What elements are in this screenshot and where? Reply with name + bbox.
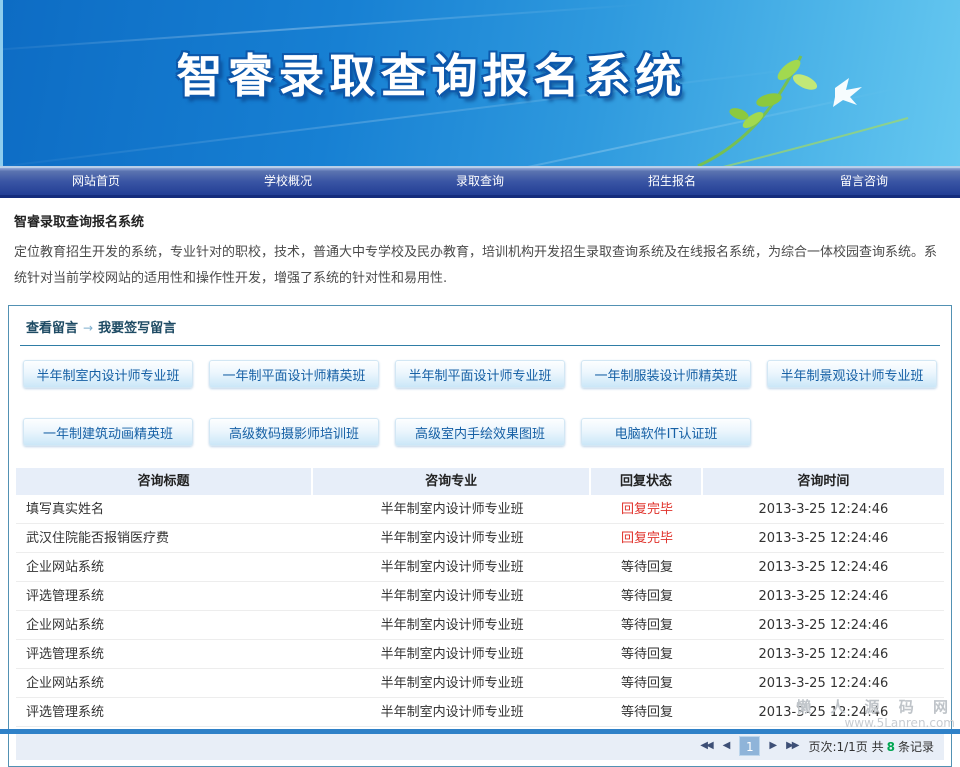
category-button[interactable]: 一年制平面设计师精英班 [209, 360, 379, 388]
message-major: 半年制室内设计师专业班 [313, 640, 591, 668]
nav-item[interactable]: 学校概况 [192, 168, 384, 195]
status-badge: 回复完毕 [591, 495, 702, 523]
header-status: 回复状态 [591, 468, 702, 495]
message-time: 2013-3-25 12:24:46 [703, 524, 944, 552]
pagination-info-prefix: 页次:1/1页 共 [808, 740, 883, 754]
nav-item[interactable]: 留言咨询 [768, 168, 960, 195]
pagination-info: 页次:1/1页 共8条记录 [808, 738, 934, 755]
last-page-icon[interactable]: ▶▶ [786, 741, 799, 751]
category-button[interactable]: 一年制服装设计师精英班 [581, 360, 751, 388]
intro-section: 智睿录取查询报名系统 定位教育招生开发的系统，专业针对的职校，技术，普通大中专学… [0, 198, 960, 300]
breadcrumb-target-link[interactable]: 我要签写留言 [98, 321, 176, 336]
table-row: 武汉住院能否报销医疗费 半年制室内设计师专业班 回复完毕 2013-3-25 1… [16, 524, 944, 553]
category-button[interactable]: 一年制建筑动画精英班 [23, 418, 193, 446]
table-row: 企业网站系统 半年制室内设计师专业班 等待回复 2013-3-25 12:24:… [16, 669, 944, 698]
table-row: 企业网站系统 半年制室内设计师专业班 等待回复 2013-3-25 12:24:… [16, 611, 944, 640]
message-time: 2013-3-25 12:24:46 [703, 582, 944, 610]
table-header-row: 咨询标题 咨询专业 回复状态 咨询时间 [16, 468, 944, 495]
category-button[interactable]: 半年制平面设计师专业班 [395, 360, 565, 388]
table-row: 填写真实姓名 半年制室内设计师专业班 回复完毕 2013-3-25 12:24:… [16, 495, 944, 524]
breadcrumb-arrow-icon: → [78, 321, 98, 335]
table-row: 企业网站系统 半年制室内设计师专业班 等待回复 2013-3-25 12:24:… [16, 553, 944, 582]
category-button[interactable]: 高级室内手绘效果图班 [395, 418, 565, 446]
next-page-icon[interactable]: ▶ [769, 741, 777, 751]
nav-item[interactable]: 录取查询 [384, 168, 576, 195]
category-button[interactable]: 半年制景观设计师专业班 [767, 360, 937, 388]
message-time: 2013-3-25 12:24:46 [703, 640, 944, 668]
header-title: 咨询标题 [16, 468, 313, 495]
table-body: 填写真实姓名 半年制室内设计师专业班 回复完毕 2013-3-25 12:24:… [16, 495, 944, 727]
message-title-link[interactable]: 企业网站系统 [16, 669, 313, 697]
message-time: 2013-3-25 12:24:46 [703, 611, 944, 639]
main-nav: 网站首页 学校概况 录取查询 招生报名 留言咨询 [0, 166, 960, 198]
message-title-link[interactable]: 评选管理系统 [16, 698, 313, 726]
watermark-url: www.5Lanren.com [796, 716, 955, 730]
record-count: 8 [884, 740, 898, 754]
status-badge: 等待回复 [591, 582, 702, 610]
message-major: 半年制室内设计师专业班 [313, 495, 591, 523]
category-button[interactable]: 电脑软件IT认证班 [581, 418, 751, 446]
breadcrumb-current[interactable]: 查看留言 [26, 321, 78, 336]
intro-paragraph: 定位教育招生开发的系统，专业针对的职校，技术，普通大中专学校及民办教育，培训机构… [14, 240, 946, 292]
prev-page-icon[interactable]: ◀ [723, 741, 731, 751]
category-button-grid: 半年制室内设计师专业班 一年制平面设计师精英班 半年制平面设计师专业班 一年制服… [16, 358, 944, 450]
header-major: 咨询专业 [313, 468, 591, 495]
watermark: 懒 人 源 码 网 www.5Lanren.com [796, 698, 955, 730]
message-title-link[interactable]: 评选管理系统 [16, 640, 313, 668]
message-time: 2013-3-25 12:24:46 [703, 553, 944, 581]
status-badge: 等待回复 [591, 640, 702, 668]
branch-bird-graphic [693, 48, 923, 166]
current-page-indicator: 1 [739, 736, 760, 756]
message-major: 半年制室内设计师专业班 [313, 698, 591, 726]
message-major: 半年制室内设计师专业班 [313, 669, 591, 697]
first-page-icon[interactable]: ◀◀ [700, 741, 713, 751]
message-major: 半年制室内设计师专业班 [313, 611, 591, 639]
nav-item[interactable]: 招生报名 [576, 168, 768, 195]
watermark-site-name: 懒 人 源 码 网 [796, 698, 955, 716]
table-row: 评选管理系统 半年制室内设计师专业班 等待回复 2013-3-25 12:24:… [16, 582, 944, 611]
message-title-link[interactable]: 评选管理系统 [16, 582, 313, 610]
banner: 智睿录取查询报名系统 [0, 0, 960, 166]
pagination-bar: ◀◀ ◀ 1 ▶ ▶▶ 页次:1/1页 共8条记录 [16, 732, 944, 760]
status-badge: 等待回复 [591, 553, 702, 581]
message-major: 半年制室内设计师专业班 [313, 582, 591, 610]
message-major: 半年制室内设计师专业班 [313, 524, 591, 552]
header-time: 咨询时间 [703, 468, 944, 495]
status-badge: 等待回复 [591, 698, 702, 726]
message-title-link[interactable]: 武汉住院能否报销医疗费 [16, 524, 313, 552]
intro-heading: 智睿录取查询报名系统 [14, 211, 946, 230]
breadcrumb-divider [20, 345, 940, 346]
message-title-link[interactable]: 企业网站系统 [16, 553, 313, 581]
nav-item[interactable]: 网站首页 [0, 168, 192, 195]
status-badge: 等待回复 [591, 611, 702, 639]
message-time: 2013-3-25 12:24:46 [703, 669, 944, 697]
message-title-link[interactable]: 填写真实姓名 [16, 495, 313, 523]
message-table: 咨询标题 咨询专业 回复状态 咨询时间 填写真实姓名 半年制室内设计师专业班 回… [16, 468, 944, 727]
message-time: 2013-3-25 12:24:46 [703, 495, 944, 523]
message-major: 半年制室内设计师专业班 [313, 553, 591, 581]
category-button[interactable]: 高级数码摄影师培训班 [209, 418, 379, 446]
status-badge: 等待回复 [591, 669, 702, 697]
pagination-info-suffix: 条记录 [898, 740, 934, 754]
message-title-link[interactable]: 企业网站系统 [16, 611, 313, 639]
category-button[interactable]: 半年制室内设计师专业班 [23, 360, 193, 388]
table-row: 评选管理系统 半年制室内设计师专业班 等待回复 2013-3-25 12:24:… [16, 640, 944, 669]
status-badge: 回复完毕 [591, 524, 702, 552]
breadcrumb: 查看留言→我要签写留言 [16, 315, 944, 345]
